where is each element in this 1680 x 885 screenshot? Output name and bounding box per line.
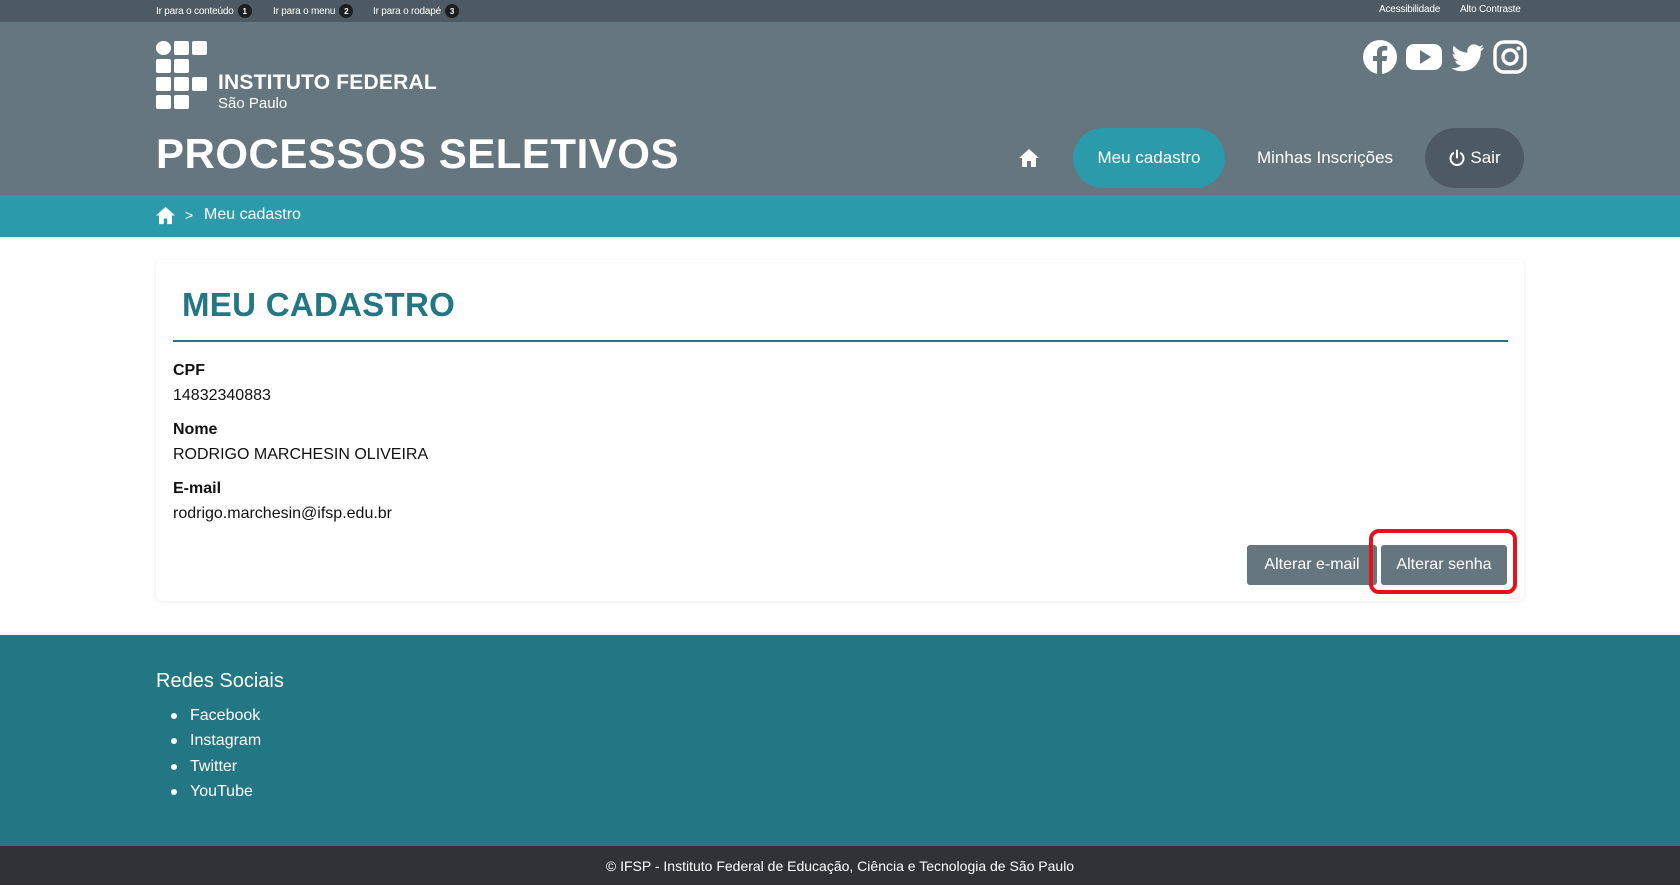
power-icon bbox=[1449, 149, 1465, 166]
skip-to-menu-label: Ir para o menu bbox=[273, 5, 336, 17]
logout-button[interactable]: Sair bbox=[1425, 128, 1524, 188]
email-value: rodrigo.marchesin@ifsp.edu.br bbox=[173, 505, 393, 522]
change-email-button[interactable]: Alterar e-mail bbox=[1247, 545, 1377, 585]
facebook-icon[interactable] bbox=[1362, 39, 1398, 75]
title-divider bbox=[173, 340, 1508, 342]
twitter-icon[interactable] bbox=[1450, 39, 1486, 75]
name-value: RODRIGO MARCHESIN OLIVEIRA bbox=[173, 446, 429, 463]
footer-link-youtube[interactable]: YouTube bbox=[156, 781, 261, 806]
youtube-icon[interactable] bbox=[1405, 39, 1443, 75]
footer-link-instagram[interactable]: Instagram bbox=[156, 730, 261, 755]
site-header: INSTITUTO FEDERAL São Paulo PROCESSOS SE… bbox=[0, 22, 1680, 195]
footer-link-facebook[interactable]: Facebook bbox=[156, 705, 261, 730]
footer-social-title: Redes Sociais bbox=[156, 670, 284, 692]
skip-to-content-label: Ir para o conteúdo bbox=[156, 5, 234, 17]
name-label: Nome bbox=[173, 421, 218, 438]
page-title: MEU CADASTRO bbox=[182, 286, 456, 323]
institute-logo[interactable]: INSTITUTO FEDERAL São Paulo bbox=[156, 41, 446, 113]
copyright: © IFSP - Instituto Federal de Educação, … bbox=[0, 846, 1680, 885]
change-password-highlight bbox=[1369, 529, 1517, 594]
email-label: E-mail bbox=[173, 480, 222, 497]
logout-label: Sair bbox=[1470, 148, 1501, 167]
nav-my-register[interactable]: Meu cadastro bbox=[1073, 128, 1225, 188]
skip-to-menu-link[interactable]: Ir para o menu 2 bbox=[273, 4, 354, 18]
high-contrast-link[interactable]: Alto Contraste bbox=[1460, 4, 1521, 15]
accessibility-bar: Ir para o conteúdo 1 Ir para o menu 2 Ir… bbox=[0, 0, 1680, 22]
breadcrumb-home-icon[interactable] bbox=[155, 206, 176, 225]
breadcrumb: > Meu cadastro bbox=[0, 195, 1680, 237]
breadcrumb-current: Meu cadastro bbox=[204, 206, 301, 223]
site-title: PROCESSOS SELETIVOS bbox=[156, 130, 679, 177]
skip-to-footer-key: 3 bbox=[444, 4, 459, 18]
breadcrumb-separator: > bbox=[185, 207, 194, 223]
profile-card: MEU CADASTRO CPF 14832340883 Nome RODRIG… bbox=[156, 260, 1524, 601]
skip-to-footer-label: Ir para o rodapé bbox=[373, 5, 441, 17]
footer-social-list: Facebook Instagram Twitter YouTube bbox=[156, 705, 261, 806]
skip-to-content-link[interactable]: Ir para o conteúdo 1 bbox=[156, 4, 252, 18]
instagram-icon[interactable] bbox=[1492, 39, 1528, 75]
logo-title: INSTITUTO FEDERAL bbox=[218, 71, 437, 94]
skip-to-menu-key: 2 bbox=[339, 4, 354, 18]
logo-subtitle: São Paulo bbox=[218, 95, 288, 112]
accessibility-link[interactable]: Acessibilidade bbox=[1379, 4, 1440, 15]
cpf-label: CPF bbox=[173, 362, 205, 379]
nav-my-applications[interactable]: Minhas Inscrições bbox=[1244, 128, 1406, 188]
nav-home-icon[interactable] bbox=[1017, 146, 1041, 170]
skip-to-content-key: 1 bbox=[237, 4, 252, 18]
cpf-value: 14832340883 bbox=[173, 387, 271, 404]
site-footer: Redes Sociais Facebook Instagram Twitter… bbox=[0, 635, 1680, 846]
skip-to-footer-link[interactable]: Ir para o rodapé 3 bbox=[373, 4, 459, 18]
footer-link-twitter[interactable]: Twitter bbox=[156, 756, 261, 781]
logo-mark bbox=[156, 41, 210, 111]
